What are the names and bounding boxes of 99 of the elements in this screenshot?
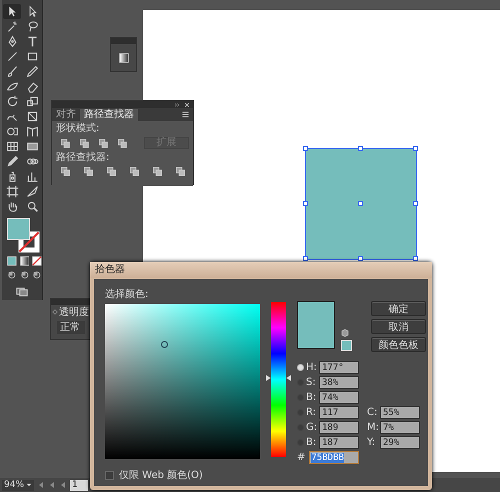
selection-handle[interactable] <box>413 256 418 261</box>
pen-icon[interactable] <box>6 35 18 48</box>
dialog-button[interactable]: 颜色色板 <box>371 337 426 352</box>
zoom-dropdown[interactable]: 94% <box>2 480 34 490</box>
eyedropper-icon[interactable] <box>6 155 18 168</box>
checkbox[interactable] <box>105 470 114 480</box>
input-field[interactable]: 189 <box>319 421 359 434</box>
field-label: R: <box>306 407 318 418</box>
line-icon[interactable] <box>6 50 18 63</box>
magic-wand-icon[interactable] <box>6 20 18 33</box>
hex-input-field[interactable]: 75BDBB <box>309 451 360 464</box>
first-page-icon[interactable] <box>37 481 46 489</box>
dialog-button[interactable]: 确定 <box>371 301 426 316</box>
section-label: 形状模式: <box>56 123 100 134</box>
type-icon[interactable] <box>26 35 38 48</box>
color-mode-icon[interactable] <box>7 256 17 266</box>
input-field[interactable]: 38% <box>319 376 359 389</box>
selection-handle[interactable] <box>303 256 308 261</box>
merge-icon[interactable] <box>106 166 117 177</box>
selection-handle[interactable] <box>358 256 363 261</box>
hue-slider-arrows-icon[interactable] <box>266 375 291 382</box>
input-field[interactable]: 29% <box>380 436 420 449</box>
artboard-icon[interactable] <box>6 185 18 198</box>
free-transform-icon[interactable] <box>26 110 38 123</box>
menu-icon[interactable] <box>181 111 190 118</box>
unite-icon[interactable] <box>60 138 71 148</box>
minus-front-icon[interactable] <box>78 138 90 148</box>
scale-icon[interactable] <box>26 95 38 108</box>
next-page-icon[interactable] <box>59 481 68 489</box>
outline-icon[interactable] <box>152 166 163 177</box>
exclude-icon[interactable] <box>116 138 128 148</box>
trim-icon[interactable] <box>83 166 94 177</box>
diamond-icon[interactable] <box>52 309 58 315</box>
crop-icon[interactable] <box>129 166 140 177</box>
collapse-icon[interactable] <box>174 102 181 108</box>
section-label: 路径查找器: <box>56 152 110 163</box>
blend-mode-dropdown[interactable]: 正常 <box>57 321 85 334</box>
gradient-icon[interactable] <box>26 140 38 153</box>
dialog-title: 拾色器 <box>90 262 432 278</box>
artboard-number-field[interactable]: 1 <box>70 480 88 490</box>
radio-button[interactable] <box>297 364 304 371</box>
previous-page-icon[interactable] <box>48 481 56 489</box>
draw-behind-icon[interactable] <box>20 270 30 280</box>
field-label: G: <box>306 422 318 433</box>
color-preview <box>297 301 335 349</box>
selection-handle[interactable] <box>413 201 418 206</box>
field-label: # <box>297 452 306 463</box>
field-label: S: <box>306 377 317 388</box>
close-icon[interactable] <box>184 102 190 108</box>
field-label: Y: <box>367 437 376 448</box>
field-label: B: <box>306 437 318 448</box>
brush-icon[interactable] <box>6 65 18 78</box>
gradient-mode-icon[interactable] <box>20 256 30 266</box>
divide-icon[interactable] <box>60 166 71 177</box>
selection-handle[interactable] <box>303 201 308 206</box>
lasso-icon[interactable] <box>26 20 38 33</box>
mesh-icon[interactable] <box>6 140 18 153</box>
dialog-button[interactable]: 取消 <box>371 319 426 334</box>
gradient-icon[interactable] <box>118 53 128 63</box>
field-label: B: <box>306 392 318 403</box>
input-field[interactable]: 117 <box>319 406 359 419</box>
knife-icon[interactable] <box>26 185 38 198</box>
checkbox-label: 仅限 Web 颜色(O) <box>119 468 203 482</box>
intersect-icon[interactable] <box>98 138 109 148</box>
hand-icon[interactable] <box>6 200 18 213</box>
screen-mode-icon[interactable] <box>15 286 29 298</box>
input-field[interactable]: 177° <box>319 361 359 374</box>
panel-tab[interactable]: 对齐 <box>52 109 80 121</box>
rectangle-icon[interactable] <box>26 50 38 63</box>
bar-graph-icon[interactable] <box>26 170 38 183</box>
color-marker[interactable] <box>160 341 168 348</box>
caret-icon <box>26 482 32 488</box>
eraser-icon[interactable] <box>26 80 38 93</box>
pencil-icon[interactable] <box>26 65 38 78</box>
minus-back-icon[interactable] <box>175 166 186 177</box>
panel-tab[interactable]: 路径查找器 <box>80 109 138 121</box>
selection-handle[interactable] <box>413 146 418 151</box>
input-field[interactable]: 187 <box>319 436 359 449</box>
panel-tab[interactable]: 透明度 <box>59 305 89 319</box>
rotate-icon[interactable] <box>6 95 18 108</box>
field-label: H: <box>306 362 318 373</box>
color-field[interactable] <box>105 304 260 459</box>
selection-handle[interactable] <box>303 146 308 151</box>
web-color-swatch[interactable] <box>341 340 352 351</box>
fill-color-swatch[interactable] <box>7 218 30 240</box>
input-field[interactable]: 74% <box>319 391 359 404</box>
zoom-icon[interactable] <box>26 200 38 213</box>
none-mode-icon[interactable] <box>32 256 42 266</box>
input-field[interactable]: 55% <box>380 406 420 419</box>
field-label: M: <box>367 422 380 433</box>
draw-normal-icon[interactable] <box>7 270 17 280</box>
input-field[interactable]: 7% <box>380 421 420 434</box>
draw-inside-icon[interactable] <box>32 270 42 280</box>
field-label: C: <box>367 407 378 418</box>
hue-slider-track[interactable] <box>271 302 286 457</box>
perspective-grid-icon[interactable] <box>26 125 38 138</box>
section-label: 选择颜色: <box>105 288 150 301</box>
selection-handle[interactable] <box>358 146 363 151</box>
selection-handle[interactable] <box>358 201 363 206</box>
